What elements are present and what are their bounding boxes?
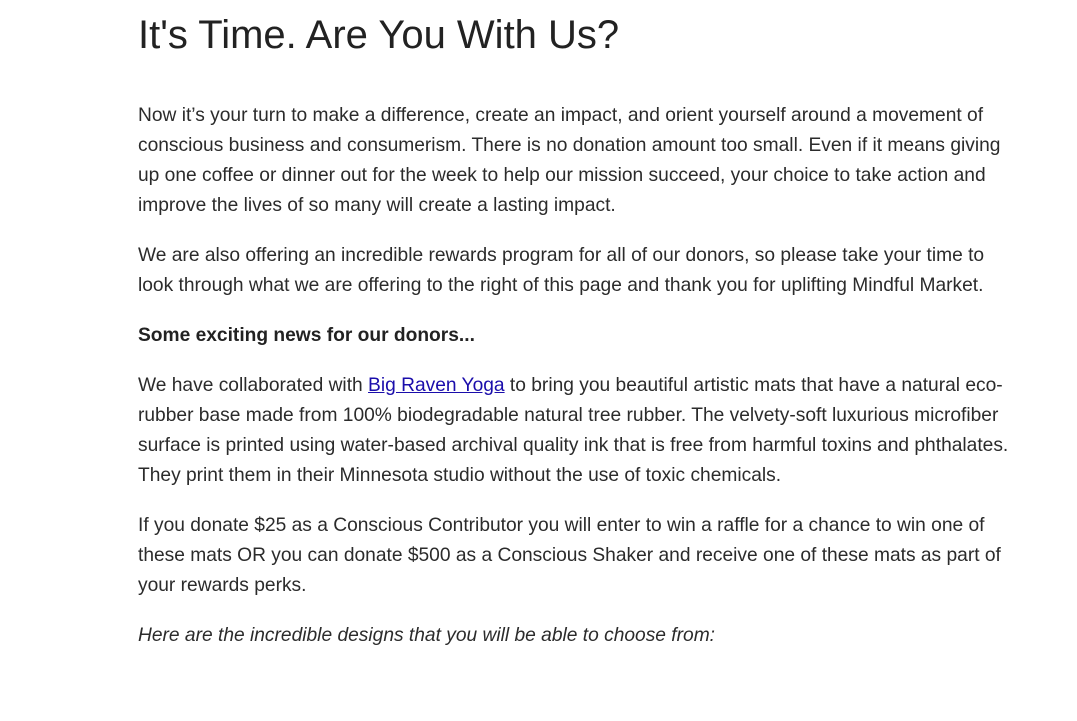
article-body: Now it’s your turn to make a difference,… xyxy=(138,101,1018,671)
collaboration-text-start: We have collaborated with xyxy=(138,375,369,396)
intro-paragraph: Now it’s your turn to make a difference,… xyxy=(138,105,1001,216)
page-title: It's Time. Are You With Us? xyxy=(138,13,620,57)
big-raven-yoga-link[interactable]: Big Raven Yoga xyxy=(368,375,505,396)
rewards-paragraph: We are also offering an incredible rewar… xyxy=(138,245,985,296)
designs-caption: Here are the incredible designs that you… xyxy=(138,625,716,646)
collaboration-paragraph: We have collaborated with Big Raven Yoga… xyxy=(138,371,1018,491)
news-heading: Some exciting news for our donors... xyxy=(138,325,475,346)
donation-paragraph: If you donate $25 as a Conscious Contrib… xyxy=(138,515,1001,596)
